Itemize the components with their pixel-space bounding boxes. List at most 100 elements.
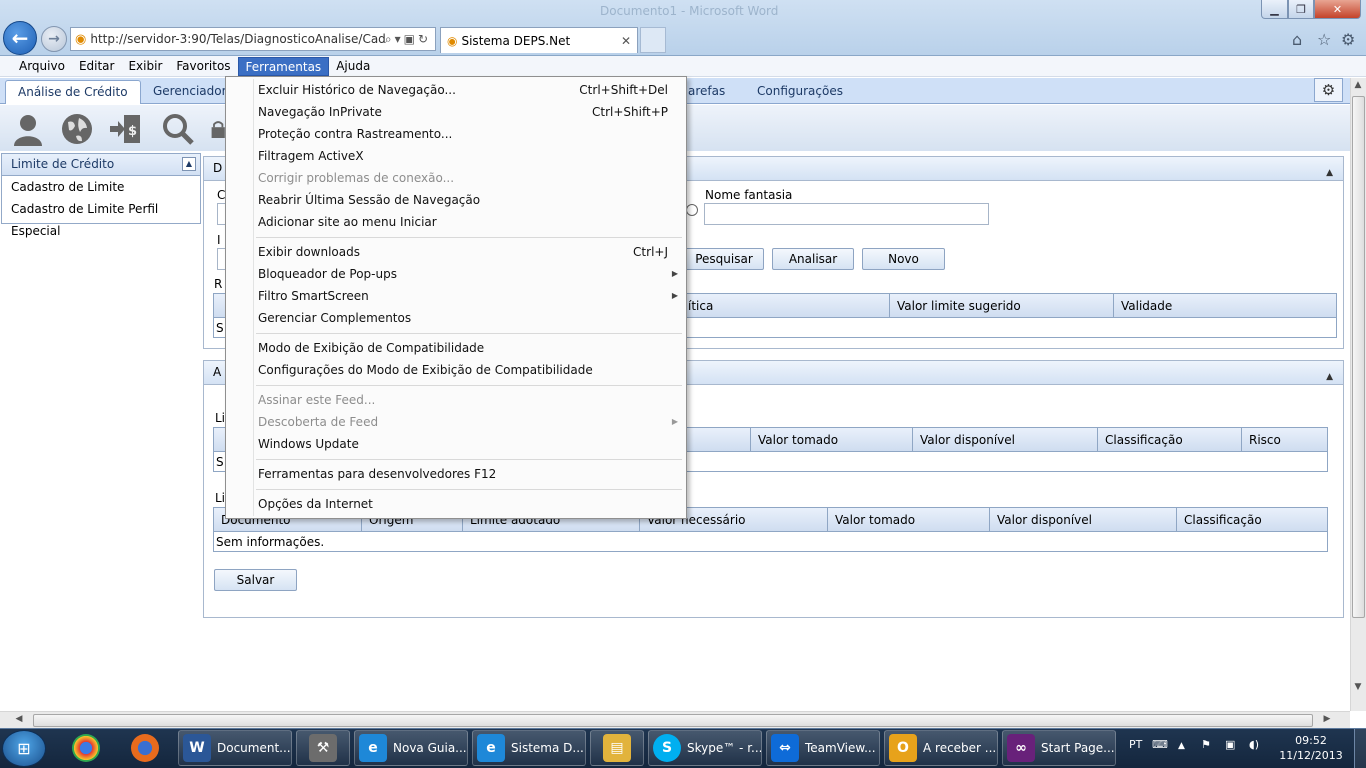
vertical-scrollbar[interactable]: ▲ ▼: [1350, 78, 1366, 711]
menu-editar[interactable]: Editar: [72, 57, 122, 76]
radio-button[interactable]: [686, 204, 698, 216]
taskbar-item-ie-sistema[interactable]: e Sistema D...: [472, 730, 586, 766]
menu-item-windows-update[interactable]: Windows Update: [258, 433, 674, 455]
search-icon[interactable]: [160, 111, 196, 147]
maximize-button[interactable]: ❐: [1288, 0, 1314, 19]
taskbar-item-ie-nova-guia[interactable]: e Nova Guia...: [354, 730, 468, 766]
menu-item-excluir-historico[interactable]: Excluir Histórico de Navegação... Ctrl+Sh…: [258, 79, 674, 101]
collapse-up-icon[interactable]: ▲: [1326, 366, 1333, 389]
analisar-button[interactable]: Analisar: [772, 248, 854, 270]
settings-gear-icon[interactable]: ⚙: [1341, 30, 1355, 49]
user-icon[interactable]: [10, 111, 46, 147]
tab-configuracoes[interactable]: Configurações: [745, 80, 855, 104]
network-icon[interactable]: ▣: [1225, 738, 1235, 751]
menu-item-smartscreen[interactable]: Filtro SmartScreen ▶: [258, 285, 678, 307]
address-bar[interactable]: ◉ http://servidor-3:90/Telas/Diagnostico…: [70, 27, 436, 51]
lock-icon[interactable]: [208, 111, 226, 147]
home-icon[interactable]: ⌂: [1292, 30, 1302, 49]
menu-item-opcoes-internet[interactable]: Opções da Internet: [258, 493, 674, 515]
menu-arquivo[interactable]: Arquivo: [12, 57, 72, 76]
col-valor-disponivel[interactable]: Valor disponível: [989, 508, 1176, 531]
vertical-scroll-thumb[interactable]: [1352, 96, 1365, 618]
new-tab-button[interactable]: [640, 27, 666, 53]
sidebar-item-cadastro-limite[interactable]: Cadastro de Limite: [2, 176, 200, 198]
menu-item-popups[interactable]: Bloqueador de Pop-ups ▶: [258, 263, 678, 285]
menu-item-assinar-feed: Assinar este Feed...: [258, 393, 376, 407]
favorites-star-icon[interactable]: ☆: [1317, 30, 1331, 49]
col-classificacao[interactable]: Classificação: [1097, 428, 1241, 451]
app-settings-gear-icon[interactable]: ⚙: [1314, 78, 1343, 102]
salvar-button[interactable]: Salvar: [214, 569, 297, 591]
menu-item-rastreamento[interactable]: Proteção contra Rastreamento...: [258, 123, 674, 145]
menu-bar: Arquivo Editar Exibir Favoritos Ferramen…: [0, 56, 1366, 77]
menu-item-config-compatibilidade[interactable]: Configurações do Modo de Exibição de Com…: [258, 359, 674, 381]
scroll-up-icon[interactable]: ▲: [1351, 80, 1365, 90]
show-desktop-button[interactable]: [1354, 729, 1366, 768]
menu-item-inprivate[interactable]: Navegação InPrivate Ctrl+Shift+P: [258, 101, 674, 123]
tray-expand-icon[interactable]: ▲: [1178, 741, 1185, 751]
col-politica[interactable]: ítica: [680, 294, 889, 317]
col-validade[interactable]: Validade: [1113, 294, 1337, 317]
taskbar-clock[interactable]: 09:52 11/12/2013: [1276, 733, 1346, 763]
col-risco[interactable]: Risco: [1241, 428, 1327, 451]
nome-fantasia-label: Nome fantasia: [705, 188, 793, 202]
menu-exibir[interactable]: Exibir: [121, 57, 169, 76]
collapse-up-icon[interactable]: ▲: [182, 157, 196, 171]
novo-button[interactable]: Novo: [862, 248, 945, 270]
col-valor-tomado[interactable]: Valor tomado: [827, 508, 989, 531]
forward-button[interactable]: →: [41, 26, 67, 52]
money-exit-icon[interactable]: $: [108, 111, 144, 147]
tab-analise-credito[interactable]: Análise de Crédito: [5, 80, 141, 104]
close-window-button[interactable]: ✕: [1314, 0, 1361, 19]
firefox-pinned[interactable]: [125, 730, 165, 766]
volume-icon[interactable]: ◖): [1249, 738, 1259, 751]
menu-item-f12-tools[interactable]: Ferramentas para desenvolvedores F12: [258, 463, 674, 485]
keyboard-icon[interactable]: ⌨: [1152, 738, 1168, 751]
grid1-label: Li: [215, 411, 226, 425]
start-button[interactable]: ⊞: [2, 730, 46, 767]
col-valor-tomado[interactable]: Valor tomado: [750, 428, 912, 451]
menu-favoritos[interactable]: Favoritos: [169, 57, 237, 76]
chrome-pinned[interactable]: [66, 730, 106, 766]
taskbar-item-tools[interactable]: ⚒: [296, 730, 350, 766]
pesquisar-button[interactable]: Pesquisar: [684, 248, 764, 270]
taskbar-item-visualstudio[interactable]: ∞ Start Page...: [1002, 730, 1116, 766]
action-center-flag-icon[interactable]: ⚑: [1201, 738, 1211, 751]
menu-item-label: Bloqueador de Pop-ups: [258, 267, 397, 281]
globe-icon[interactable]: [59, 111, 95, 147]
address-tools-icon[interactable]: ⌕▾▣↻: [385, 32, 431, 47]
browser-tab[interactable]: ◉ Sistema DEPS.Net ✕: [440, 27, 638, 53]
menu-item-activex[interactable]: Filtragem ActiveX: [258, 145, 674, 167]
tools-icon: ⚒: [309, 734, 337, 762]
menu-item-complementos[interactable]: Gerenciar Complementos: [258, 307, 674, 329]
menu-ferramentas[interactable]: Ferramentas: [237, 56, 330, 76]
back-button[interactable]: ←: [3, 21, 37, 55]
close-tab-icon[interactable]: ✕: [621, 34, 631, 48]
scroll-right-icon[interactable]: ▶: [1320, 714, 1334, 724]
taskbar-item-explorer[interactable]: ▤: [590, 730, 644, 766]
sidebar-title: Limite de Crédito: [11, 157, 115, 171]
taskbar-label: A receber ...: [923, 741, 997, 755]
col-valor-disponivel[interactable]: Valor disponível: [912, 428, 1097, 451]
minimize-button[interactable]: ▁: [1261, 0, 1288, 19]
horizontal-scrollbar[interactable]: ◀ ▶: [0, 711, 1350, 728]
taskbar-item-skype[interactable]: S Skype™ - r...: [648, 730, 762, 766]
scroll-left-icon[interactable]: ◀: [12, 714, 26, 724]
collapse-up-icon[interactable]: ▲: [1326, 162, 1333, 185]
sidebar-item-cadastro-limite-perfil[interactable]: Cadastro de Limite Perfil Especial: [2, 198, 200, 238]
menu-item-modo-compatibilidade[interactable]: Modo de Exibição de Compatibilidade: [258, 337, 674, 359]
scroll-down-icon[interactable]: ▼: [1351, 682, 1365, 692]
menu-ajuda[interactable]: Ajuda: [329, 57, 377, 76]
menu-item-adicionar-site[interactable]: Adicionar site ao menu Iniciar: [258, 211, 674, 233]
menu-item-reabrir-sessao[interactable]: Reabrir Última Sessão de Navegação: [258, 189, 674, 211]
language-indicator[interactable]: PT: [1129, 738, 1142, 751]
taskbar-item-outlook[interactable]: O A receber ...: [884, 730, 998, 766]
address-url[interactable]: http://servidor-3:90/Telas/DiagnosticoAn…: [90, 32, 385, 46]
taskbar-item-word[interactable]: W Document...: [178, 730, 292, 766]
col-classificacao[interactable]: Classificação: [1176, 508, 1327, 531]
horizontal-scroll-thumb[interactable]: [33, 714, 1313, 727]
col-valor-limite-sugerido[interactable]: Valor limite sugerido: [889, 294, 1113, 317]
taskbar-item-teamviewer[interactable]: ⇔ TeamView...: [766, 730, 880, 766]
nome-fantasia-input[interactable]: [704, 203, 989, 225]
menu-item-exibir-downloads[interactable]: Exibir downloads Ctrl+J: [258, 241, 674, 263]
